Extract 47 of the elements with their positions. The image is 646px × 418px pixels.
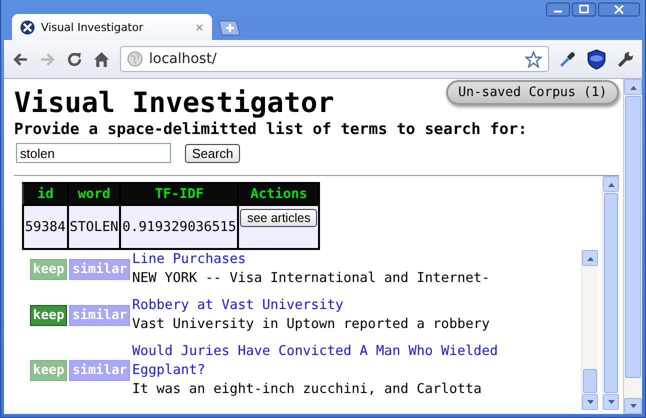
scrollbar[interactable] (581, 250, 598, 410)
table-cell: 0.919329036515 (120, 205, 238, 249)
column-header: TF-IDF (120, 183, 238, 205)
wrench-icon[interactable] (617, 50, 634, 68)
logo-icon (20, 20, 35, 34)
column-header: id (23, 183, 68, 205)
keep-button[interactable]: keep (30, 304, 68, 326)
browser-tab[interactable]: Visual Investigator (12, 14, 212, 40)
scroll-down-icon[interactable] (630, 404, 636, 408)
scrollbar[interactable] (623, 79, 642, 414)
column-header: Actions (238, 183, 320, 205)
scroll-down-icon[interactable] (608, 400, 614, 404)
new-tab-button[interactable] (216, 20, 242, 36)
star-icon[interactable] (525, 50, 542, 68)
maximize-icon[interactable] (572, 2, 596, 17)
reload-icon[interactable] (66, 50, 83, 68)
article-snippet: NEW YORK -- Visa International and Internet- (132, 269, 490, 288)
article-snippet: Vast University in Uptown reported a robbery (132, 315, 490, 334)
scrollbar-thumb[interactable] (583, 369, 597, 393)
scrollbar-thumb[interactable] (604, 193, 618, 393)
search-field[interactable]: stolen (16, 143, 171, 163)
address-bar[interactable]: localhost/ (120, 46, 549, 72)
scroll-up-icon[interactable] (586, 256, 594, 260)
scroll-up-icon[interactable] (630, 84, 636, 90)
scroll-down-icon[interactable] (586, 400, 594, 404)
corpus-badge[interactable]: Un-saved Corpus (1) (446, 80, 619, 105)
article-title-link[interactable]: Line Purchases (132, 250, 490, 269)
table-cell: STOLEN (68, 205, 120, 249)
scrollbar-thumb[interactable] (625, 96, 641, 378)
page-heading: Visual Investigator (14, 87, 334, 119)
column-header: word (68, 183, 120, 205)
article-snippet: It was an eight-inch zucchini, and Carlotta (132, 380, 483, 399)
scrollbar[interactable] (602, 176, 619, 410)
see-articles-button[interactable]: see articles (240, 209, 318, 227)
back-icon[interactable] (12, 50, 29, 68)
close-icon[interactable] (598, 2, 640, 17)
minimize-icon[interactable] (546, 2, 570, 17)
article-title-link[interactable]: Robbery at Vast University (132, 296, 490, 315)
home-icon[interactable] (93, 50, 110, 68)
search-button[interactable]: Search (185, 144, 240, 162)
eyedropper-icon[interactable] (559, 50, 576, 68)
shield-icon[interactable] (586, 48, 607, 70)
table-cell: 59384 (23, 205, 68, 249)
scroll-up-icon[interactable] (608, 182, 614, 186)
search-prompt: Provide a space-delimitted list of terms to search for: (14, 119, 528, 139)
globe-icon (127, 51, 143, 67)
article-title-link[interactable]: Would Juries Have Convicted A Man Who Wielded Eggplant? (132, 342, 542, 380)
